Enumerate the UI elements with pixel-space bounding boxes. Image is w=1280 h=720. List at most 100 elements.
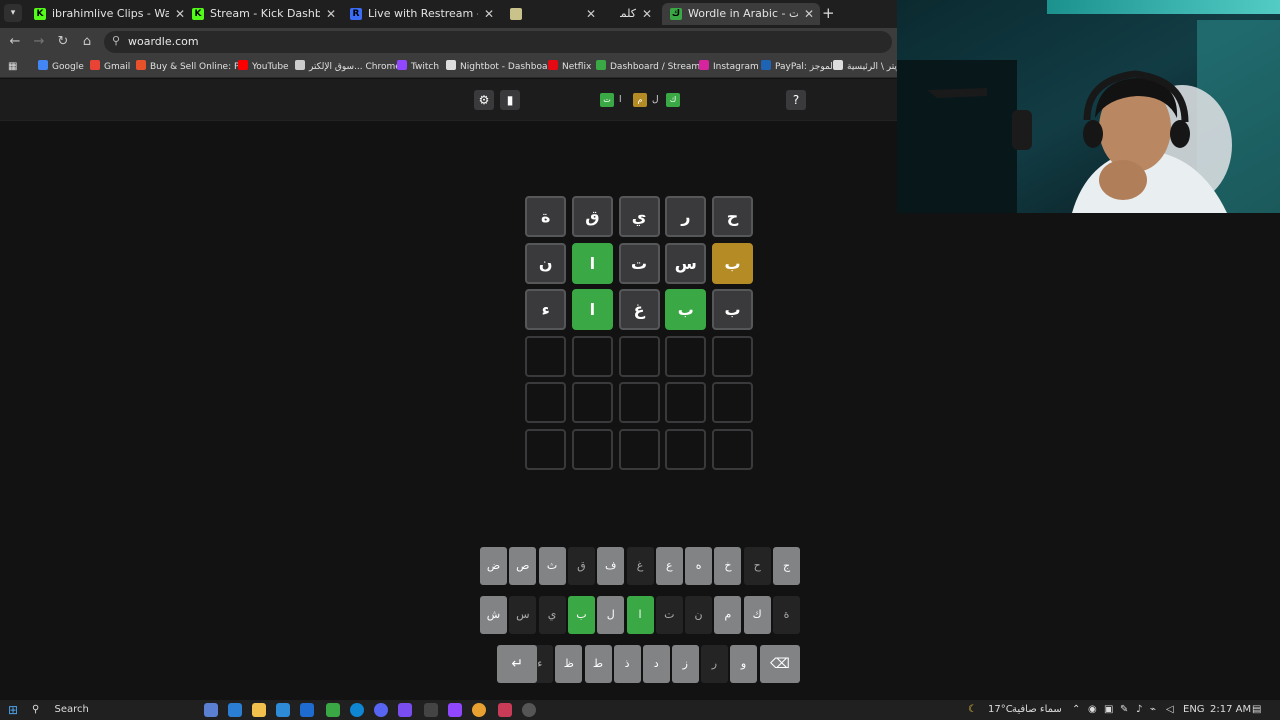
keyboard-key[interactable]: ف: [597, 547, 625, 585]
keyboard-key[interactable]: د: [642, 645, 670, 683]
tab-close-icon[interactable]: ✕: [804, 3, 814, 25]
discord-icon[interactable]: [374, 703, 388, 717]
keyboard-key[interactable]: ض: [480, 547, 507, 585]
tray-display-icon[interactable]: ▣: [1104, 702, 1113, 718]
bookmark-item[interactable]: YouTube: [238, 60, 289, 74]
bookmark-item[interactable]: Instagram: [699, 60, 759, 74]
keyboard-key[interactable]: ي: [538, 596, 566, 634]
tab-close-icon[interactable]: ✕: [484, 3, 494, 25]
bookmark-item[interactable]: Dashboard / Stream...: [596, 60, 709, 74]
streaming-app-icon[interactable]: [448, 703, 462, 717]
volume-icon[interactable]: ◁: [1166, 702, 1174, 718]
bookmark-favicon-icon: [699, 60, 709, 70]
forward-arrow-icon[interactable]: →: [30, 33, 48, 51]
tray-network-icon[interactable]: ⌁: [1150, 702, 1156, 718]
bookmark-item[interactable]: Nightbot - Dashboa...: [446, 60, 556, 74]
language-indicator[interactable]: ENG: [1183, 702, 1205, 718]
help-button[interactable]: ?: [786, 90, 806, 110]
back-arrow-icon[interactable]: ←: [6, 33, 24, 51]
bookmark-favicon-icon: [596, 60, 606, 70]
apps-grid-icon[interactable]: ▦: [8, 60, 17, 74]
bookmark-item[interactable]: Gmail: [90, 60, 130, 74]
browser-tab[interactable]: R Live with Restream - Restream ✕: [342, 3, 500, 25]
stats-bar-chart-icon[interactable]: ▮: [500, 90, 520, 110]
tab-search-chevron-icon[interactable]: ▾: [4, 4, 22, 22]
keyboard-key[interactable]: ت: [655, 596, 683, 634]
keyboard-key[interactable]: ص: [509, 547, 537, 585]
bookmark-item[interactable]: Netflix: [548, 60, 591, 74]
keyboard-key[interactable]: س: [509, 596, 537, 634]
keyboard-key[interactable]: ث: [538, 547, 566, 585]
browser-tab[interactable]: ✕: [502, 3, 602, 25]
weather-condition[interactable]: سماء صافية: [1012, 702, 1062, 718]
keyboard-key[interactable]: ش: [480, 596, 507, 634]
store-icon[interactable]: [276, 703, 290, 717]
enter-key[interactable]: ↵: [497, 645, 538, 683]
file-explorer-icon[interactable]: [252, 703, 266, 717]
bookmark-item[interactable]: تويتر \ الرئيسية: [833, 60, 904, 74]
obs-icon[interactable]: [522, 703, 536, 717]
site-info-icon[interactable]: ⚲: [112, 34, 120, 47]
edge-copilot-icon[interactable]: [228, 703, 242, 717]
letter-tile: ا: [571, 289, 613, 331]
keyboard-key[interactable]: غ: [626, 547, 654, 585]
keyboard-key[interactable]: ع: [655, 547, 683, 585]
app-gray-icon[interactable]: [424, 703, 438, 717]
bookmark-item[interactable]: PayPal: الموجز: [761, 60, 835, 74]
app-purple-icon[interactable]: [398, 703, 412, 717]
bookmark-item[interactable]: سوق الإلكتر... Chrome: [295, 60, 401, 74]
keyboard-key[interactable]: ة: [773, 596, 800, 634]
keyboard-key[interactable]: ظ: [555, 645, 583, 683]
tray-app-icon[interactable]: ◉: [1088, 702, 1097, 718]
mail-icon[interactable]: [300, 703, 314, 717]
tab-close-icon[interactable]: ✕: [642, 3, 652, 25]
keyboard-key[interactable]: ط: [584, 645, 612, 683]
letter-tile: [712, 382, 753, 424]
tab-close-icon[interactable]: ✕: [326, 3, 336, 25]
reload-icon[interactable]: ↻: [54, 33, 72, 51]
home-icon[interactable]: ⌂: [78, 33, 96, 51]
bookmark-item[interactable]: Google: [38, 60, 84, 74]
browser-tab[interactable]: ك Wordle in Arabic - كلمات ✕: [662, 3, 820, 25]
address-bar[interactable]: ⚲ woardle.com: [104, 31, 892, 53]
keyboard-key[interactable]: ل: [597, 596, 625, 634]
keyboard-key[interactable]: ب: [567, 596, 595, 634]
chrome-icon[interactable]: [472, 703, 486, 717]
taskbar-search-box[interactable]: ⚲ Search: [32, 702, 89, 718]
keyboard-key[interactable]: ح: [743, 547, 771, 585]
browser-tab[interactable]: Kibrahimlive Clips - Watch Live o✕: [26, 3, 191, 25]
settings-gear-icon[interactable]: ⚙: [474, 90, 494, 110]
keyboard-key[interactable]: ج: [773, 547, 800, 585]
notifications-icon[interactable]: ▤: [1252, 702, 1261, 718]
letter-tile: [712, 429, 753, 470]
new-tab-button[interactable]: +: [822, 4, 835, 22]
keyboard-key[interactable]: ر: [700, 645, 728, 683]
backspace-key[interactable]: ⌫: [760, 645, 800, 683]
microphone-icon[interactable]: ♪: [1136, 702, 1142, 718]
edge-icon[interactable]: [350, 703, 364, 717]
keyboard-key[interactable]: خ: [714, 547, 742, 585]
keyboard-key[interactable]: ه: [685, 547, 713, 585]
keyboard-key[interactable]: ز: [671, 645, 699, 683]
keyboard-key[interactable]: ا: [626, 596, 654, 634]
app-red-icon[interactable]: [498, 703, 512, 717]
tab-close-icon[interactable]: ✕: [586, 3, 596, 25]
tray-pen-icon[interactable]: ✎: [1120, 702, 1128, 718]
bookmark-item[interactable]: Twitch: [397, 60, 439, 74]
browser-tab[interactable]: K Stream - Kick Dashboard ✕: [184, 3, 342, 25]
keyboard-key[interactable]: ك: [743, 596, 771, 634]
task-view-icon[interactable]: [204, 703, 218, 717]
bookmark-item[interactable]: Buy & Sell Online: P...: [136, 60, 247, 74]
clock-time[interactable]: 2:17 AM: [1210, 702, 1251, 718]
keyboard-key[interactable]: ق: [567, 547, 595, 585]
browser-tab[interactable]: كلمة ✕: [606, 3, 658, 25]
keyboard-key[interactable]: م: [714, 596, 742, 634]
app-icon[interactable]: [326, 703, 340, 717]
weather-temperature[interactable]: 17°C: [988, 702, 1013, 718]
keyboard-key[interactable]: و: [730, 645, 757, 683]
keyboard-key[interactable]: ذ: [613, 645, 641, 683]
url-text: woardle.com: [128, 35, 199, 48]
keyboard-key[interactable]: ن: [685, 596, 713, 634]
tray-chevron-up-icon[interactable]: ⌃: [1072, 702, 1080, 718]
windows-start-icon[interactable]: ⊞: [8, 702, 18, 718]
